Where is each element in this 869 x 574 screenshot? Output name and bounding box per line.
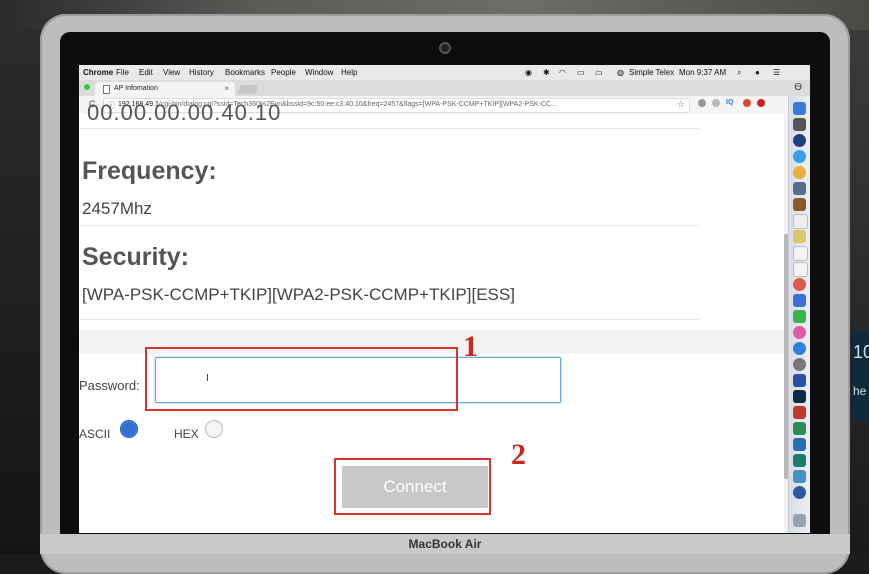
safari-icon[interactable] bbox=[793, 150, 806, 163]
finder-icon[interactable] bbox=[793, 102, 806, 115]
calendar-icon[interactable] bbox=[793, 262, 808, 277]
annotation-box-2 bbox=[334, 458, 491, 515]
hex-label: HEX bbox=[174, 427, 199, 441]
app-icon[interactable] bbox=[793, 246, 808, 261]
trash-icon[interactable] bbox=[793, 514, 806, 527]
extension-icon-2[interactable] bbox=[712, 99, 720, 107]
ascii-radio[interactable] bbox=[120, 420, 138, 438]
laptop-model-label: MacBook Air bbox=[408, 537, 482, 551]
notes-icon[interactable] bbox=[793, 214, 808, 229]
menu-file[interactable]: File bbox=[116, 68, 129, 77]
app-store-icon[interactable] bbox=[793, 342, 806, 355]
hex-radio[interactable] bbox=[205, 420, 223, 438]
app-icon[interactable] bbox=[793, 454, 806, 467]
input-source-label[interactable]: Simple Telex bbox=[629, 68, 674, 77]
annotation-number-1: 1 bbox=[463, 330, 478, 363]
messages-icon[interactable] bbox=[793, 310, 806, 323]
menu-history[interactable]: History bbox=[189, 68, 214, 77]
new-tab-button[interactable] bbox=[237, 85, 259, 94]
tab-title: AP Infomation bbox=[114, 85, 158, 92]
room-background-left bbox=[0, 30, 40, 554]
annotation-number-2: 2 bbox=[511, 438, 526, 471]
sign-text-2: he bbox=[853, 384, 867, 398]
menu-app-name[interactable]: Chrome bbox=[83, 68, 113, 77]
photoshop-icon[interactable] bbox=[793, 390, 806, 403]
menu-window[interactable]: Window bbox=[305, 68, 333, 77]
camera bbox=[441, 44, 449, 52]
photos-icon[interactable] bbox=[793, 278, 806, 291]
opera-extension-icon[interactable] bbox=[743, 99, 751, 107]
sign-text-1: 10 bbox=[853, 342, 869, 362]
menu-people[interactable]: People bbox=[271, 68, 296, 77]
notification-center-icon[interactable]: ☰ bbox=[773, 68, 780, 77]
divider bbox=[79, 128, 699, 129]
bookmark-star-icon[interactable]: ☆ bbox=[677, 99, 685, 110]
frequency-heading: Frequency: bbox=[82, 157, 217, 185]
room-background-right bbox=[847, 30, 869, 554]
security-value: [WPA-PSK-CCMP+TKIP][WPA2-PSK-CCMP+TKIP][… bbox=[82, 285, 515, 304]
siri-icon[interactable]: ● bbox=[755, 68, 760, 77]
page-content: 00.00.00.00.40.10 Frequency: 2457Mhz Sec… bbox=[79, 100, 784, 533]
menu-view[interactable]: View bbox=[163, 68, 180, 77]
spotlight-icon[interactable]: ⌕ bbox=[737, 68, 741, 78]
app-icon[interactable] bbox=[793, 470, 806, 483]
adblock-extension-icon[interactable] bbox=[757, 99, 765, 107]
excel-icon[interactable] bbox=[793, 422, 806, 435]
background-sign: 10 he bbox=[851, 330, 869, 420]
browser-screen: Chrome File Edit View History Bookmarks … bbox=[79, 65, 810, 533]
record-icon[interactable]: ◉ bbox=[525, 68, 532, 77]
divider bbox=[79, 225, 699, 226]
profile-icon[interactable]: ϴ bbox=[794, 82, 802, 93]
frequency-value: 2457Mhz bbox=[82, 199, 152, 218]
launchpad-icon[interactable] bbox=[793, 118, 806, 131]
menu-help[interactable]: Help bbox=[341, 68, 357, 77]
tab-ap-information[interactable]: AP Infomation × bbox=[95, 82, 235, 96]
chrome-icon[interactable] bbox=[793, 166, 806, 179]
tab-bar: AP Infomation × ϴ bbox=[79, 80, 810, 96]
menu-bookmarks[interactable]: Bookmarks bbox=[225, 68, 265, 77]
page-icon bbox=[103, 85, 110, 94]
clock[interactable]: Mon 9:37 AM bbox=[679, 68, 726, 77]
window-close-button[interactable] bbox=[84, 84, 90, 90]
itunes-icon[interactable] bbox=[793, 326, 806, 339]
menu-edit[interactable]: Edit bbox=[139, 68, 153, 77]
mac-menubar: Chrome File Edit View History Bookmarks … bbox=[79, 65, 810, 80]
stickies-icon[interactable] bbox=[793, 230, 806, 243]
app-icon[interactable] bbox=[793, 198, 806, 211]
wifi-icon[interactable]: ◠ bbox=[559, 68, 566, 77]
password-label: Password: bbox=[79, 378, 140, 393]
extension-icon-1[interactable] bbox=[698, 99, 706, 107]
laptop-bottom-bezel: MacBook Air bbox=[40, 534, 850, 554]
app-icon[interactable] bbox=[793, 438, 806, 451]
tab-close-icon[interactable]: × bbox=[224, 84, 229, 93]
powerpoint-icon[interactable] bbox=[793, 406, 806, 419]
extension-iq-icon[interactable]: IQ bbox=[726, 99, 733, 106]
battery-icon[interactable]: ▭ bbox=[595, 68, 603, 77]
bluetooth-icon[interactable]: ✱ bbox=[543, 68, 550, 77]
app-icon[interactable] bbox=[793, 134, 806, 147]
mac-dock bbox=[788, 96, 810, 533]
system-preferences-icon[interactable] bbox=[793, 358, 806, 371]
airplay-icon[interactable]: ▭ bbox=[577, 68, 585, 77]
ascii-label: ASCII bbox=[79, 427, 111, 441]
divider bbox=[79, 319, 699, 320]
cut-off-bssid: 00.00.00.00.40.10 bbox=[87, 100, 282, 125]
annotation-box-1 bbox=[145, 347, 458, 411]
app-icon[interactable] bbox=[793, 294, 806, 307]
app-icon[interactable] bbox=[793, 486, 806, 499]
security-heading: Security: bbox=[82, 243, 189, 271]
app-icon[interactable] bbox=[793, 182, 806, 195]
globe-icon[interactable]: ◍ bbox=[617, 68, 624, 77]
word-icon[interactable] bbox=[793, 374, 806, 387]
